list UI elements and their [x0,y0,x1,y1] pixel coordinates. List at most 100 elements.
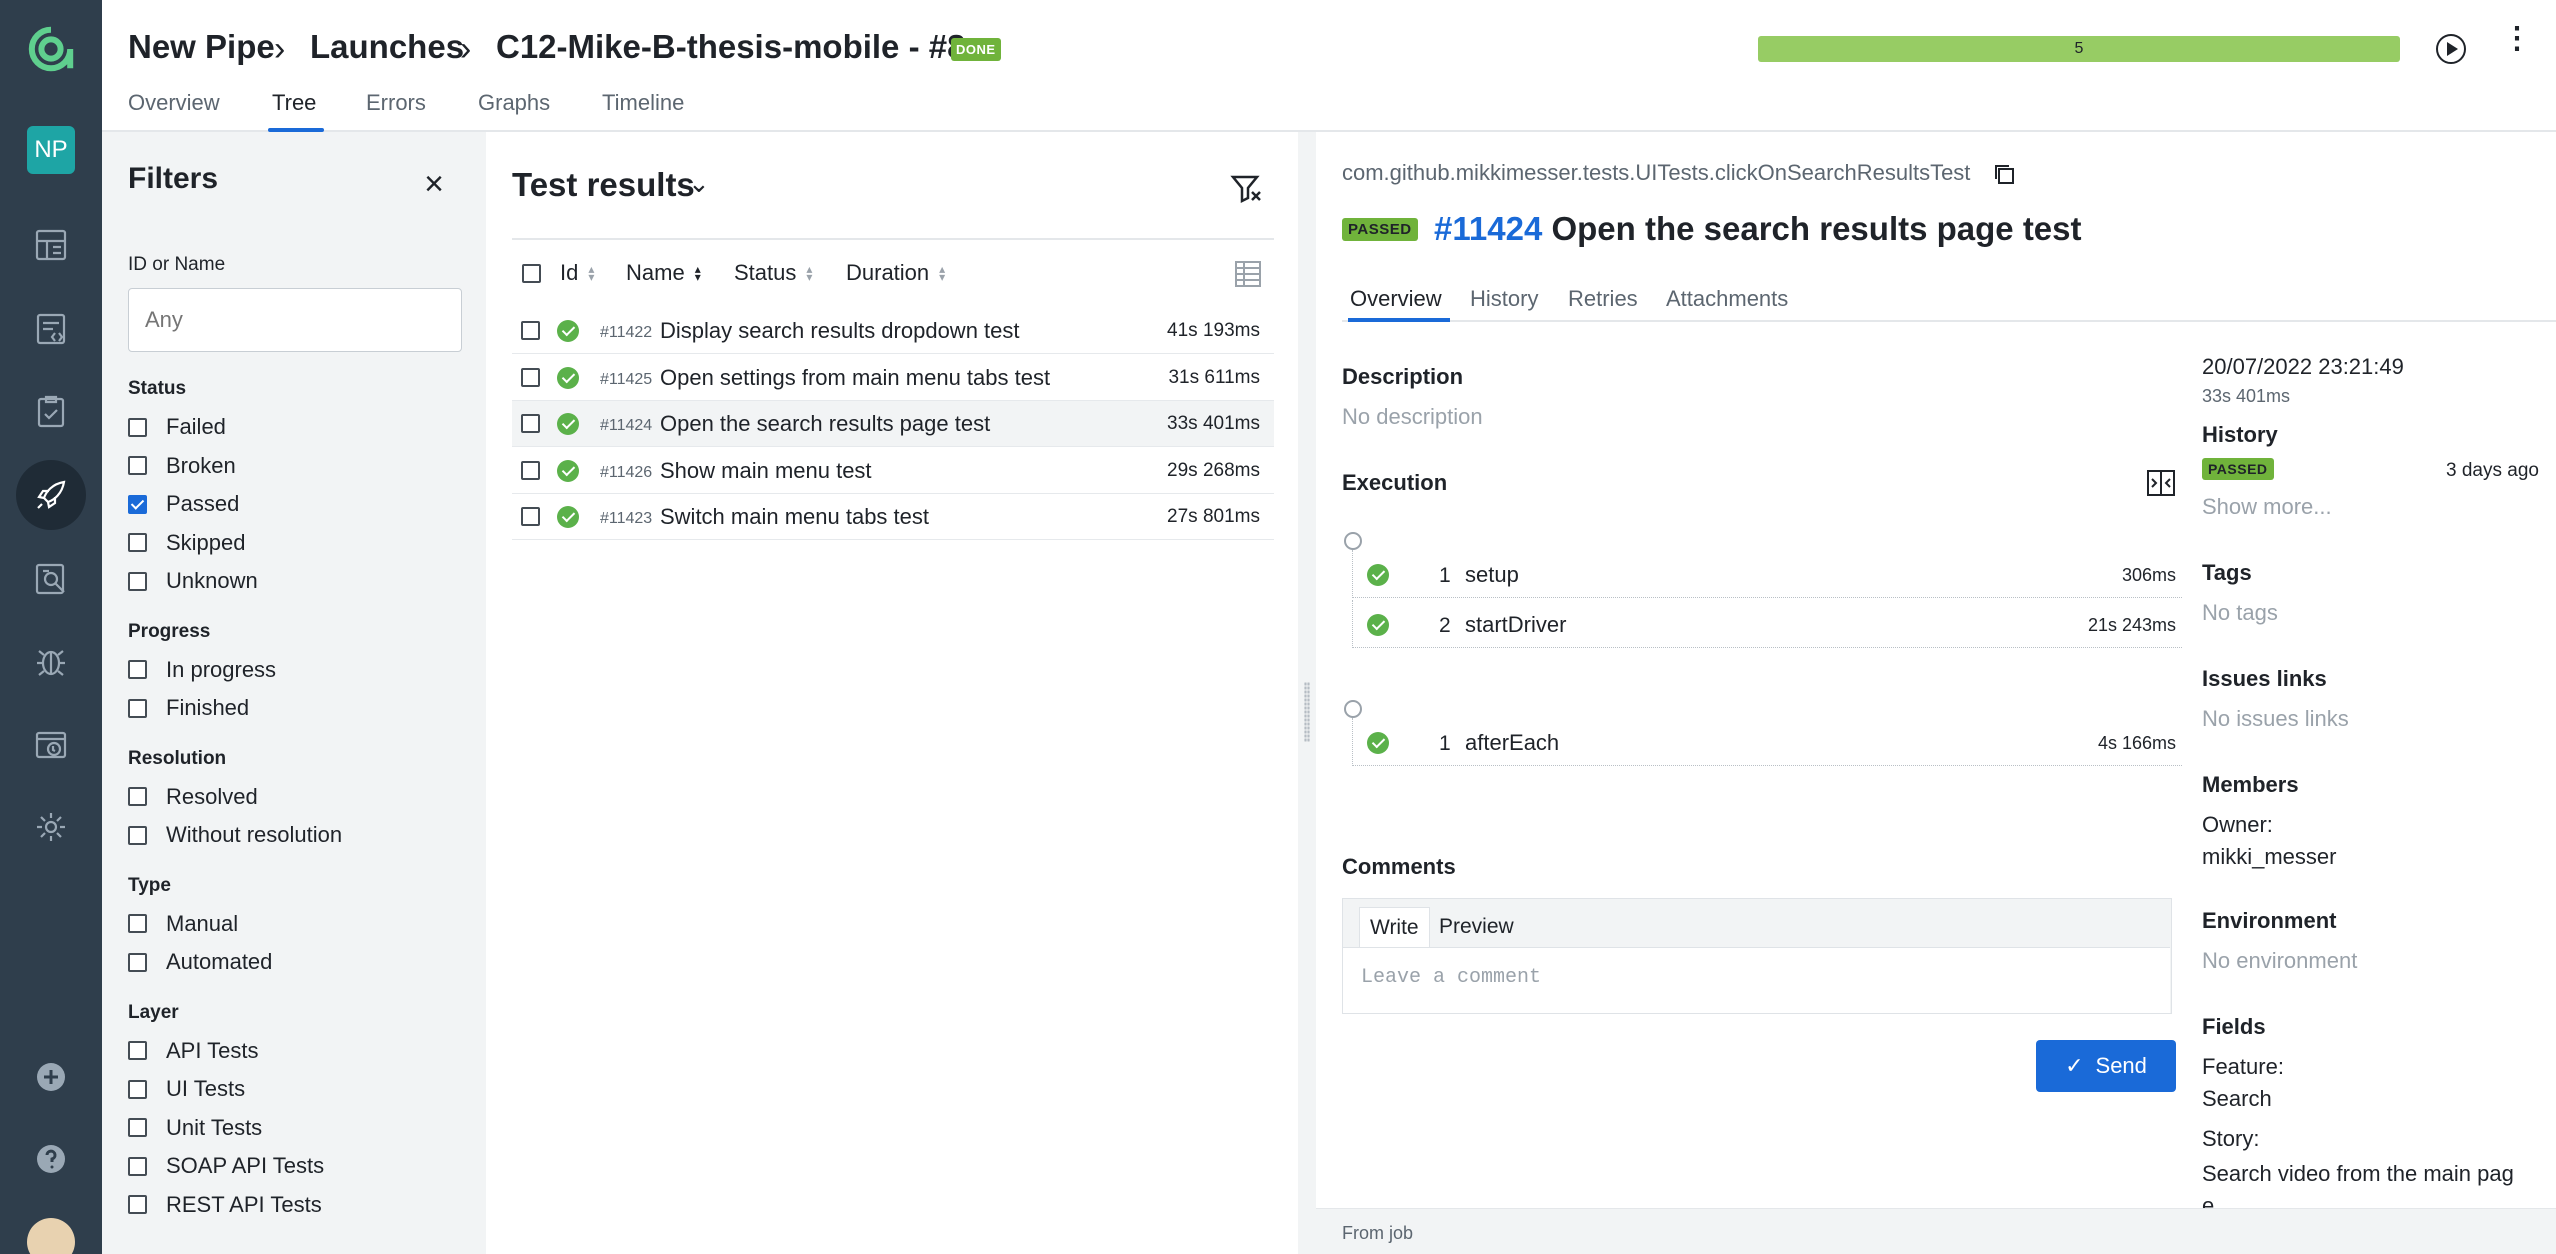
comment-tab-preview[interactable]: Preview [1429,907,1524,947]
filter-option[interactable]: Manual [128,911,238,937]
filter-option[interactable]: Unit Tests [128,1115,262,1141]
tab-attachments[interactable]: Attachments [1666,286,1788,312]
launches-icon[interactable] [26,470,76,520]
test-id-link[interactable]: #11424 [1434,210,1542,247]
checkbox[interactable] [128,914,147,933]
table-row[interactable]: #11424 Open the search results page test 3… [512,401,1274,447]
checkbox[interactable] [128,571,147,591]
filter-option[interactable]: Failed [128,414,226,440]
row-checkbox[interactable] [521,367,540,387]
checkbox[interactable] [128,1156,147,1176]
test-plans-icon[interactable] [26,386,76,436]
filter-option[interactable]: Finished [128,695,249,721]
execution-step[interactable]: 1 setup 306ms [1352,550,2182,598]
add-icon[interactable] [26,1052,76,1102]
filter-option[interactable]: API Tests [128,1038,259,1064]
step-duration: 4s 166ms [2097,733,2176,753]
comment-tab-write[interactable]: Write [1359,907,1430,948]
execution-step[interactable]: 1 afterEach 4s 166ms [1352,718,2182,766]
checkbox[interactable] [128,417,147,437]
tab-history[interactable]: History [1470,286,1538,312]
checkbox[interactable] [128,698,147,718]
active-tab-indicator [1348,318,1450,322]
tab-timeline[interactable]: Timeline [602,90,684,116]
tab-tree[interactable]: Tree [272,90,316,116]
analytics-icon[interactable] [26,554,76,604]
copy-icon[interactable] [1992,162,2016,186]
comment-textarea[interactable]: Leave a comment [1343,947,2170,1013]
checkbox[interactable] [128,825,147,845]
filter-option[interactable]: Without resolution [128,822,342,848]
tab-retries[interactable]: Retries [1568,286,1638,312]
filter-option[interactable]: Automated [128,949,272,975]
breadcrumb-project[interactable]: New Pipe [128,28,275,66]
filter-option[interactable]: Skipped [128,530,246,556]
show-more-link[interactable]: Show more... [2202,494,2332,520]
expand-all-icon[interactable] [2146,468,2176,498]
checkbox[interactable] [128,1195,147,1214]
avatar[interactable] [27,1218,75,1254]
send-button[interactable]: ✓ Send [2036,1040,2176,1092]
id-or-name-input[interactable] [128,288,462,352]
results-title[interactable]: Test results [512,166,695,204]
table-row[interactable]: #11422 Display search results dropdown te… [512,308,1274,354]
column-id[interactable]: Id ▴ ▾ [560,260,594,286]
project-badge[interactable]: NP [27,126,75,174]
tab-errors[interactable]: Errors [366,90,426,116]
table-row[interactable]: #11426 Show main menu test 29s 268ms [512,448,1274,494]
environment-label: Environment [2202,908,2337,933]
checkbox[interactable] [128,533,147,552]
table-row[interactable]: #11425 Open settings from main menu tabs … [512,355,1274,401]
column-settings-icon[interactable] [1232,256,1264,290]
chevron-right-icon: › [274,30,286,68]
feature-label: Feature: [2202,1054,2284,1079]
table-row[interactable]: #11423 Switch main menu tabs test 27s 801m… [512,494,1274,540]
filter-option[interactable]: In progress [128,657,276,683]
tab-graphs[interactable]: Graphs [478,90,550,116]
panel-resize-handle[interactable] [1298,132,1316,1254]
checkbox[interactable] [128,1041,147,1060]
column-status[interactable]: Status ▴ ▾ [734,260,812,286]
filter-option[interactable]: Resolved [128,784,258,810]
clear-filter-icon[interactable] [1230,172,1264,206]
more-menu-icon[interactable]: ⋮ [2502,24,2532,64]
row-checkbox[interactable] [521,460,540,480]
select-all-checkbox[interactable] [522,264,541,283]
filter-option[interactable]: Passed [128,491,239,517]
test-name: Open settings from main menu tabs test [660,364,1051,390]
checkbox[interactable] [128,660,147,679]
test-cases-icon[interactable] [26,304,76,354]
passed-status-icon [557,320,579,342]
filter-option[interactable]: Unknown [128,568,258,594]
checkbox[interactable] [128,456,147,475]
checkbox[interactable] [128,1118,147,1137]
filter-option[interactable]: REST API Tests [128,1192,322,1218]
column-name[interactable]: Name ▴ ▾ [626,260,701,286]
checkbox[interactable] [128,494,147,514]
help-icon[interactable] [26,1134,76,1184]
tab-overview[interactable]: Overview [128,90,220,116]
filter-option[interactable]: SOAP API Tests [128,1153,324,1179]
settings-icon[interactable] [26,802,76,852]
allure-logo-icon[interactable] [26,24,76,74]
chevron-down-icon[interactable]: ⌄ [688,168,710,199]
row-checkbox[interactable] [521,507,540,526]
jobs-icon[interactable] [26,720,76,770]
checkbox[interactable] [128,952,147,972]
close-icon[interactable]: × [420,167,448,201]
test-duration: 31s 611ms [1168,366,1260,388]
execution-step[interactable]: 2 startDriver 21s 243ms [1352,600,2182,648]
filter-option[interactable]: Broken [128,453,236,479]
row-checkbox[interactable] [521,321,540,340]
run-launch-button[interactable] [2436,34,2466,64]
dashboards-icon[interactable] [26,220,76,270]
row-checkbox[interactable] [521,414,540,433]
defects-icon[interactable] [26,636,76,686]
breadcrumb-launches[interactable]: Launches [310,28,464,66]
checkbox[interactable] [128,1079,147,1099]
filter-option[interactable]: UI Tests [128,1076,245,1102]
column-duration[interactable]: Duration ▴ ▾ [846,260,945,286]
history-status-badge[interactable]: PASSED [2202,458,2274,480]
tab-overview[interactable]: Overview [1350,286,1442,312]
checkbox[interactable] [128,787,147,806]
